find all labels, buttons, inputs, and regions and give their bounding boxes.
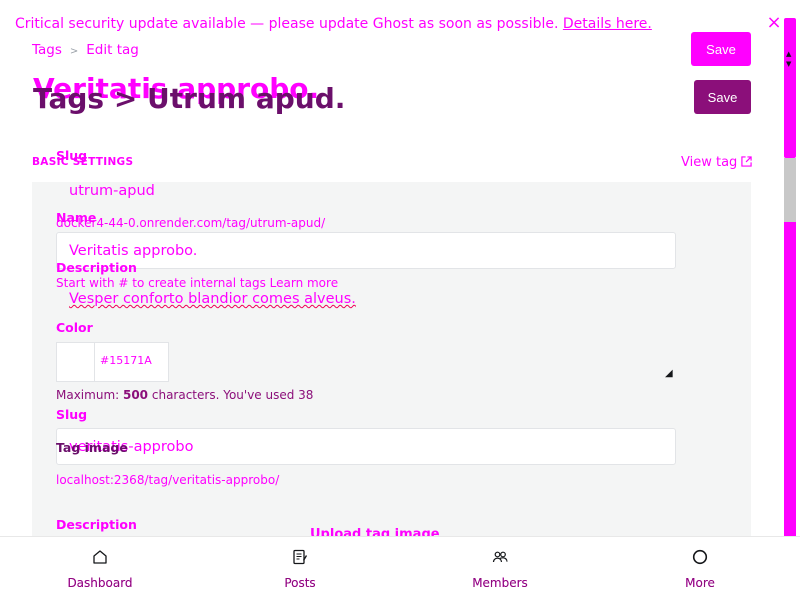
banner-details-link[interactable]: Details here. — [563, 16, 652, 32]
breadcrumb: Tags > Edit tag — [32, 42, 139, 58]
color-label: Color — [56, 320, 93, 335]
view-tag-label: View tag — [681, 155, 738, 170]
scroll-down-arrow-icon[interactable]: ▼ — [786, 60, 791, 68]
slug-label: Slug — [56, 148, 88, 163]
slug-value: utrum-apud — [69, 183, 155, 199]
scrollbar-thumb[interactable] — [784, 158, 796, 222]
nav-item-dashboard[interactable]: Dashboard — [50, 548, 150, 591]
more-icon — [692, 549, 708, 565]
banner-text: Critical security update available — ple… — [15, 16, 652, 32]
posts-icon — [293, 549, 307, 565]
char-count-prefix: Maximum: — [56, 388, 123, 402]
description-value: Vesper conforto blandior comes alveus. — [69, 291, 356, 307]
nav-label-members: Members — [472, 576, 528, 590]
scrollbar-track-lower[interactable] — [784, 222, 796, 536]
page-title: Tags > Utrum apud. — [33, 82, 346, 115]
breadcrumb-current: Edit tag — [86, 42, 139, 58]
description-label-2: Description — [56, 517, 137, 532]
nav-label-more: More — [685, 576, 715, 590]
close-icon[interactable]: × — [763, 12, 785, 34]
breadcrumb-tags-link[interactable]: Tags — [32, 42, 62, 58]
scroll-up-arrow-icon[interactable]: ▲ — [786, 50, 791, 58]
nav-item-more[interactable]: More — [650, 548, 750, 591]
char-count-suffix: characters. You've used 38 — [148, 388, 314, 402]
name-label: Name — [56, 210, 97, 225]
slug-url-hint-2: localhost:2368/tag/veritatis-approbo/ — [56, 473, 280, 487]
external-link-icon — [741, 156, 753, 167]
tag-image-label: Tag image — [56, 440, 128, 455]
color-swatch[interactable] — [56, 342, 96, 382]
slug-label-2: Slug — [56, 407, 88, 422]
nav-label-posts: Posts — [284, 576, 316, 590]
scrollbar-track-upper[interactable] — [784, 18, 796, 158]
members-icon — [492, 551, 508, 563]
nav-item-members[interactable]: Members — [450, 548, 550, 591]
view-tag-link[interactable]: View tag — [681, 155, 753, 170]
char-count: Maximum: 500 characters. You've used 38 — [56, 388, 313, 402]
slug-input[interactable] — [56, 428, 676, 465]
breadcrumb-separator: > — [69, 46, 79, 57]
update-banner: Critical security update available — ple… — [0, 0, 800, 44]
home-icon — [93, 550, 107, 564]
nav-label-dashboard: Dashboard — [67, 576, 133, 590]
char-count-max: 500 — [122, 388, 149, 402]
save-button-top[interactable]: Save — [691, 32, 751, 66]
description-label: Description — [56, 260, 137, 275]
banner-message: Critical security update available — ple… — [15, 16, 559, 32]
nav-item-posts[interactable]: Posts — [250, 548, 350, 591]
name-input[interactable] — [56, 232, 676, 269]
save-button[interactable]: Save — [694, 80, 751, 114]
color-hex-value: #15171A — [100, 354, 152, 367]
resize-handle-icon[interactable]: ◢ — [665, 368, 673, 379]
